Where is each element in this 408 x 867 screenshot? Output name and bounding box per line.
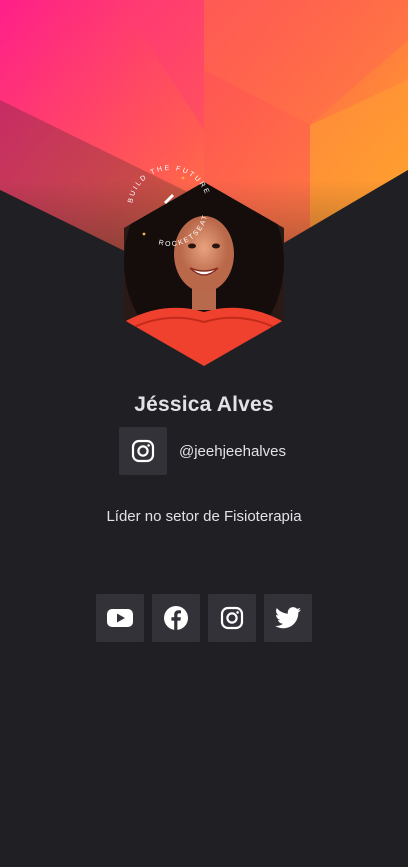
badge-arc-text-2: ROCKETSEAT [158, 213, 208, 248]
twitter-link[interactable] [264, 594, 312, 642]
instagram-handle[interactable]: @jeehjeehalves [179, 443, 286, 460]
instagram-handle-row[interactable]: @jeehjeehalves [119, 427, 286, 475]
social-links [96, 594, 312, 642]
instagram-link[interactable] [208, 594, 256, 642]
facebook-icon [164, 606, 188, 630]
instagram-icon [220, 606, 244, 630]
rocket-icon [164, 194, 174, 204]
instagram-icon [131, 439, 155, 463]
handle-icon-box[interactable] [119, 427, 167, 475]
rocketseat-badge: BUILD THE FUTURE ROCKETSEAT [127, 165, 210, 248]
profile-bio: Líder no setor de Fisioterapia [106, 508, 302, 525]
twitter-icon [275, 607, 301, 629]
youtube-link[interactable] [96, 594, 144, 642]
svg-text:ROCKETSEAT: ROCKETSEAT [158, 213, 210, 248]
facebook-link[interactable] [152, 594, 200, 642]
profile-name: Jéssica Alves [134, 393, 274, 416]
youtube-icon [107, 609, 133, 627]
